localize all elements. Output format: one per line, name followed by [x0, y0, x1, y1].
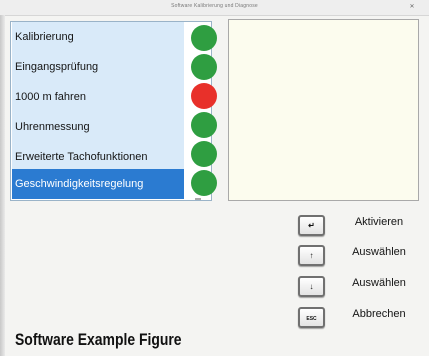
list-item-uhrenmessung[interactable]: Uhrenmessung	[12, 112, 184, 142]
status-indicator	[191, 141, 217, 167]
status-column	[185, 22, 217, 200]
escape-key-button[interactable]: ESC	[298, 307, 325, 328]
detail-panel	[228, 19, 419, 201]
figure-caption: Software Example Figure	[15, 330, 182, 349]
window-left-edge	[0, 15, 5, 356]
list-item-label: Uhrenmessung	[15, 121, 90, 133]
list-item-erweiterte-tachofunktionen[interactable]: Erweiterte Tachofunktionen	[12, 142, 184, 172]
list-item-label: Erweiterte Tachofunktionen	[15, 151, 148, 163]
list-item-label: 1000 m fahren	[15, 91, 86, 103]
action-label-auswaehlen-down: Auswählen	[352, 277, 406, 289]
list-item-label: Geschwindigkeitsregelung	[15, 178, 144, 190]
test-list-panel: Kalibrierung Eingangsprüfung 1000 m fahr…	[10, 21, 217, 201]
window-titlebar: Software Kalibrierung und Diagnose ✕	[0, 0, 429, 16]
action-label-aktivieren: Aktivieren	[354, 216, 404, 228]
list-item-kalibrierung[interactable]: Kalibrierung	[12, 22, 184, 52]
window-title: Software Kalibrierung und Diagnose	[171, 3, 258, 9]
status-indicator	[191, 170, 217, 196]
arrow-up-key-button[interactable]: ↑	[298, 245, 325, 266]
status-indicator	[191, 54, 217, 80]
action-label-abbrechen: Abbrechen	[352, 308, 406, 320]
arrow-down-key-button[interactable]: ↓	[298, 276, 325, 297]
close-icon[interactable]: ✕	[407, 4, 417, 11]
arrow-up-key-icon: ↑	[309, 251, 314, 260]
escape-key-icon: ESC	[306, 316, 317, 322]
status-indicator	[191, 112, 217, 138]
arrow-down-key-icon: ↓	[309, 282, 314, 291]
action-label-auswaehlen-up: Auswählen	[352, 246, 406, 258]
list-item-1000m-fahren[interactable]: 1000 m fahren	[12, 82, 184, 112]
scroll-indicator	[195, 198, 201, 200]
enter-key-icon: ↵	[308, 221, 315, 230]
list-item-label: Kalibrierung	[15, 31, 74, 43]
list-item-eingangspruefung[interactable]: Eingangsprüfung	[12, 52, 184, 82]
status-indicator	[191, 25, 217, 51]
enter-key-button[interactable]: ↵	[298, 215, 325, 236]
list-item-label: Eingangsprüfung	[15, 61, 99, 73]
list-item-geschwindigkeitsregelung[interactable]: Geschwindigkeitsregelung	[12, 169, 184, 199]
status-indicator	[191, 83, 217, 109]
